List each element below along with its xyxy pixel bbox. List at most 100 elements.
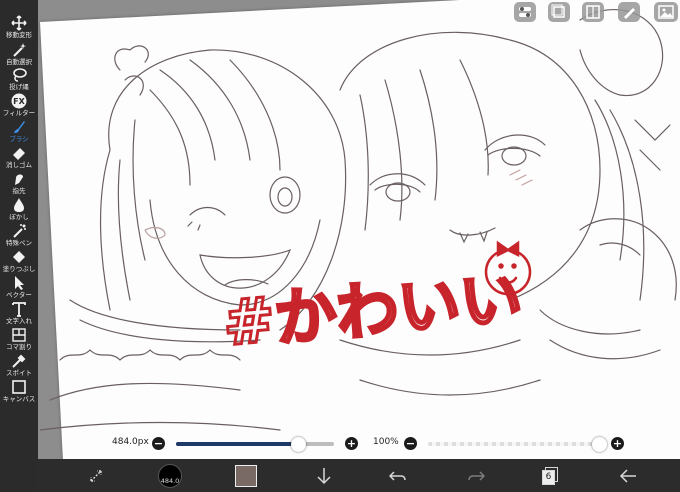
tool-text[interactable]: 文字入れ bbox=[0, 301, 38, 327]
tool-label: コマ割り bbox=[6, 343, 32, 351]
smiley-bow bbox=[496, 240, 520, 258]
tool-label: ブラシ bbox=[9, 135, 29, 143]
tool-lasso[interactable]: 投げ縄 bbox=[0, 67, 38, 93]
opacity-increase-button[interactable]: + bbox=[611, 437, 624, 450]
tool-vector[interactable]: ベクター bbox=[0, 275, 38, 301]
move-icon bbox=[0, 15, 38, 31]
layer-count-icon: 6 bbox=[542, 466, 558, 485]
tool-filter[interactable]: FX フィルター bbox=[0, 93, 38, 119]
right-girl-body bbox=[339, 339, 541, 396]
tool-label: キャンバス bbox=[2, 395, 36, 403]
tool-blur[interactable]: ぼかし bbox=[0, 197, 38, 223]
tool-label: 投げ縄 bbox=[9, 83, 29, 91]
image-button[interactable] bbox=[654, 2, 678, 22]
vector-cursor-icon bbox=[0, 275, 38, 291]
tool-special-pen[interactable]: 特殊ペン bbox=[0, 223, 38, 249]
toggle-button[interactable] bbox=[514, 2, 536, 22]
color-swatch-button[interactable] bbox=[232, 459, 260, 492]
brush-size-fill bbox=[176, 442, 298, 446]
tool-eyedropper[interactable]: スポイト bbox=[0, 353, 38, 379]
opacity-decrease-button[interactable]: − bbox=[404, 437, 417, 450]
fx-icon: FX bbox=[0, 93, 38, 109]
svg-text:FX: FX bbox=[13, 97, 25, 106]
color-swatch bbox=[235, 464, 257, 487]
brush-indicator-label: 484.0 bbox=[160, 476, 180, 485]
right-girl-mouth bbox=[449, 227, 496, 244]
transform-selection-button[interactable] bbox=[82, 459, 110, 492]
right-girl-iris-left bbox=[385, 182, 411, 202]
blur-drop-icon bbox=[0, 197, 38, 213]
tool-label: フィルター bbox=[2, 109, 36, 117]
pen-button[interactable] bbox=[618, 2, 640, 22]
layer-count-button[interactable]: 6 bbox=[536, 459, 564, 492]
app-screen: #かわいい 移動変形 自動選択 投げ縄 FX フィルター ブラシ 消しゴム 指先… bbox=[0, 0, 680, 492]
bucket-icon bbox=[0, 249, 38, 265]
undo-button[interactable] bbox=[384, 459, 412, 492]
tool-eraser[interactable]: 消しゴム bbox=[0, 145, 38, 171]
redo-icon bbox=[468, 470, 485, 481]
pen-icon bbox=[624, 8, 635, 19]
image-icon bbox=[658, 5, 674, 19]
right-girl-iris-right bbox=[501, 146, 527, 166]
artwork-sketch[interactable]: #かわいい bbox=[40, 0, 680, 460]
right-girl-bun bbox=[579, 9, 664, 97]
brush-icon bbox=[0, 119, 38, 135]
right-girl-sleeve bbox=[539, 309, 661, 360]
right-girl-hair-strands bbox=[359, 59, 489, 231]
tool-label: 塗りつぶし bbox=[2, 265, 36, 273]
tool-fill[interactable]: 塗りつぶし bbox=[0, 249, 38, 275]
brush-size-decrease-button[interactable]: − bbox=[152, 437, 165, 450]
right-girl-head bbox=[339, 31, 601, 301]
back-button[interactable] bbox=[614, 459, 642, 492]
left-girl-wink-eye bbox=[187, 206, 226, 231]
canvas-icon bbox=[0, 379, 38, 395]
left-girl-body bbox=[40, 382, 281, 431]
import-button[interactable] bbox=[310, 459, 338, 492]
opacity-thumb[interactable] bbox=[591, 437, 607, 452]
left-girl-pupil bbox=[277, 187, 293, 207]
undo-icon bbox=[389, 470, 406, 481]
redo-button[interactable] bbox=[462, 459, 490, 492]
tool-label: 文字入れ bbox=[6, 317, 32, 325]
layers-icon bbox=[551, 4, 565, 18]
tool-move-transform[interactable]: 移動変形 bbox=[0, 15, 38, 41]
opacity-track[interactable] bbox=[428, 442, 606, 446]
left-girl-frill bbox=[59, 349, 241, 361]
toggle-icon bbox=[519, 7, 531, 17]
tool-label: 自動選択 bbox=[6, 58, 32, 66]
frame-button[interactable] bbox=[582, 2, 604, 22]
back-arrow-icon bbox=[619, 468, 636, 483]
right-girl-ribbon bbox=[634, 119, 671, 171]
right-girl-blush bbox=[509, 169, 533, 186]
import-down-arrow-icon bbox=[317, 467, 331, 484]
frame-divider-icon bbox=[0, 327, 38, 343]
layer-count-label: 6 bbox=[545, 471, 552, 482]
brush-size-indicator[interactable]: 484.0 bbox=[156, 459, 184, 492]
tool-label: 特殊ペン bbox=[6, 239, 32, 247]
tool-finger[interactable]: 指先 bbox=[0, 171, 38, 197]
right-girl-hair-right bbox=[594, 99, 645, 301]
brush-size-thumb[interactable] bbox=[290, 437, 306, 452]
tool-frame-divider[interactable]: コマ割り bbox=[0, 327, 38, 353]
tool-canvas[interactable]: キャンバス bbox=[0, 379, 38, 405]
transform-selection-icon bbox=[90, 469, 102, 482]
special-pen-icon bbox=[0, 223, 38, 239]
finger-icon bbox=[0, 171, 38, 187]
brush-size-value: 484.0px bbox=[112, 437, 149, 447]
left-girl-hair-bangs bbox=[149, 59, 281, 186]
magic-wand-icon bbox=[0, 42, 38, 58]
tool-label: 指先 bbox=[12, 187, 26, 195]
tool-brush[interactable]: ブラシ bbox=[0, 119, 38, 145]
tool-sidebar: 移動変形 自動選択 投げ縄 FX フィルター ブラシ 消しゴム 指先 ぼかし 特… bbox=[0, 0, 38, 492]
tool-label: ぼかし bbox=[9, 213, 29, 221]
brush-size-increase-button[interactable]: + bbox=[345, 437, 358, 450]
lasso-icon bbox=[0, 67, 38, 83]
layers-button[interactable] bbox=[548, 2, 570, 22]
left-girl-hair-left bbox=[99, 119, 146, 311]
bottom-toolbar: 484.0 6 bbox=[38, 459, 680, 492]
right-girl-hand bbox=[579, 218, 677, 301]
frame-icon bbox=[586, 5, 600, 19]
opacity-value: 100% bbox=[373, 437, 399, 447]
eraser-icon bbox=[0, 145, 38, 161]
tool-auto-select[interactable]: 自動選択 bbox=[0, 42, 38, 68]
